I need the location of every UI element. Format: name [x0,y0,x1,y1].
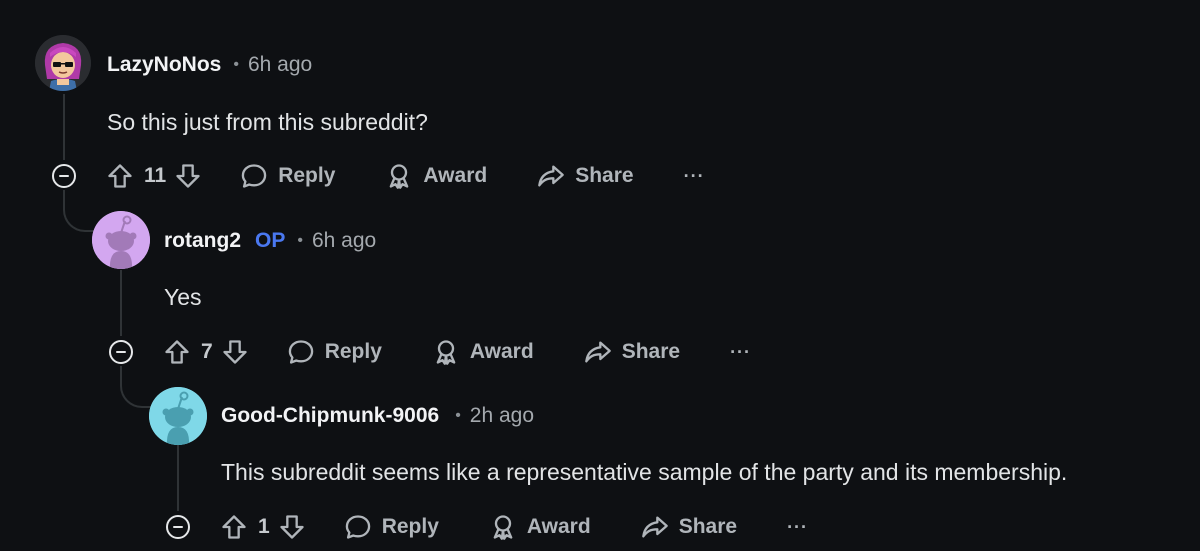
collapse-button[interactable] [52,164,76,188]
award-icon [390,164,409,189]
award-label: Award [423,164,488,187]
username-link[interactable]: rotang2 [164,229,241,253]
upvote-icon [108,164,132,188]
avatar[interactable] [149,387,207,445]
downvote-icon [280,515,304,539]
share-icon [641,516,668,538]
comment-header: LazyNoNos • 6h ago [107,50,312,80]
avatar[interactable] [92,211,150,269]
avatar[interactable] [35,35,91,91]
reply-label: Reply [278,164,336,187]
award-label: Award [526,515,591,538]
share-label: Share [575,164,634,187]
snoo-avatar-icon [149,387,207,445]
separator-dot: • [297,232,303,249]
downvote-button[interactable] [221,338,249,366]
downvote-icon [223,340,247,364]
award-button[interactable]: Award [432,338,534,366]
username-link[interactable]: Good-Chipmunk-9006 [221,404,439,428]
reply-icon [345,515,370,539]
reply-label: Reply [324,340,382,363]
share-button[interactable]: Share [537,162,634,190]
upvote-icon [165,340,189,364]
comment-actions: 11 Reply Award Share ··· [106,156,705,196]
comment-header: rotang2 OP • 6h ago [164,226,376,256]
comment-header: Good-Chipmunk-9006 • 2h ago [221,401,534,431]
thread-line [63,94,65,160]
thread-line [120,270,122,336]
upvote-button[interactable] [106,162,134,190]
thread-elbow [120,366,152,408]
upvote-button[interactable] [220,513,248,541]
comment-actions: 7 Reply Award Share ··· [163,332,751,372]
upvote-icon [222,515,246,539]
reply-icon [288,340,313,364]
vote-count: 1 [258,515,270,538]
more-options-button[interactable]: ··· [787,517,808,538]
more-options-button[interactable]: ··· [730,342,751,363]
timestamp[interactable]: 2h ago [470,404,534,428]
thread-line [177,445,179,511]
comment-body: So this just from this subreddit? [107,109,428,135]
collapse-button[interactable] [109,340,133,364]
vote-count: 7 [201,340,213,363]
username-link[interactable]: LazyNoNos [107,53,221,77]
comment-actions: 1 Reply Award Share ··· [220,507,808,547]
award-icon [436,340,456,365]
upvote-button[interactable] [163,338,191,366]
comment-body: This subreddit seems like a representati… [221,459,1068,485]
award-label: Award [469,340,534,363]
comment-body: Yes [164,284,202,310]
reply-label: Reply [381,515,439,538]
timestamp[interactable]: 6h ago [312,229,376,253]
timestamp[interactable]: 6h ago [248,53,312,77]
thread-elbow [63,190,95,232]
award-button[interactable]: Award [489,513,591,541]
custom-character-avatar-icon [35,35,91,91]
share-button[interactable]: Share [584,338,680,366]
award-icon [493,515,513,540]
share-label: Share [621,340,681,363]
downvote-button[interactable] [278,513,306,541]
separator-dot: • [455,407,461,424]
share-label: Share [678,515,738,538]
vote-count: 11 [144,164,167,187]
collapse-button[interactable] [166,515,190,539]
reply-icon [241,164,267,188]
reply-button[interactable]: Reply [287,338,382,366]
op-badge: OP [255,229,286,252]
downvote-icon [176,164,200,188]
more-options-button[interactable]: ··· [684,166,705,187]
share-icon [584,341,611,363]
share-icon [538,165,565,187]
share-button[interactable]: Share [641,513,737,541]
separator-dot: • [233,56,239,73]
reply-button[interactable]: Reply [240,162,335,190]
award-button[interactable]: Award [385,162,487,190]
reply-button[interactable]: Reply [344,513,439,541]
snoo-avatar-icon [92,211,150,269]
downvote-button[interactable] [174,162,202,190]
